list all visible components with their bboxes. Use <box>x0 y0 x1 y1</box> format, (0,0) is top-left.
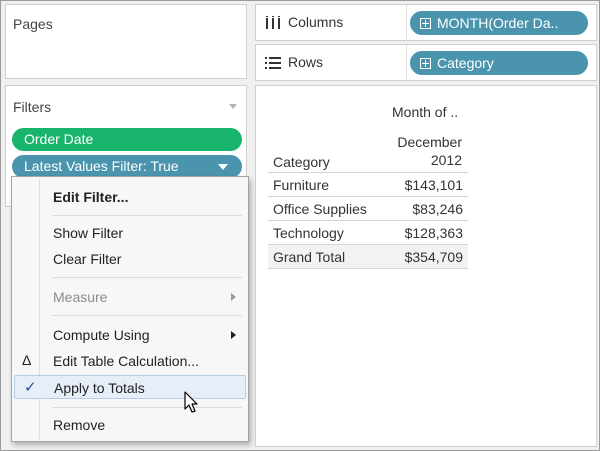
mouse-pointer-icon <box>184 391 198 413</box>
shelf-divider <box>406 5 407 40</box>
menu-item-label: Apply to Totals <box>54 380 145 396</box>
columns-icon <box>266 16 280 29</box>
menu-item-label: Measure <box>53 289 108 305</box>
grand-total-row[interactable]: Grand Total $354,709 <box>268 245 468 269</box>
menu-separator <box>52 315 242 316</box>
row-category: Office Supplies <box>273 201 367 217</box>
rows-shelf-label: Rows <box>288 54 324 70</box>
menu-item-edit-table-calculation[interactable]: Δ Edit Table Calculation... <box>14 349 246 373</box>
menu-item-measure: Measure <box>14 285 246 309</box>
rows-icon <box>265 57 281 69</box>
expand-plus-icon[interactable] <box>420 18 431 29</box>
rows-pill-category[interactable]: Category <box>410 51 588 75</box>
filter-pill-latest-values[interactable]: Latest Values Filter: True <box>12 155 242 178</box>
filter-pill-order-date[interactable]: Order Date <box>12 128 242 151</box>
tableau-workspace: Pages Filters Order Date Latest Values F… <box>0 0 600 451</box>
table-row[interactable]: Office Supplies $83,246 <box>268 197 468 221</box>
row-category: Technology <box>273 225 344 241</box>
pill-dropdown-caret-icon[interactable] <box>218 164 228 170</box>
row-category: Furniture <box>273 177 330 193</box>
columns-shelf: Columns MONTH(Order Da.. <box>255 4 597 41</box>
column-value-year[interactable]: 2012 <box>431 152 462 168</box>
table-row[interactable]: Technology $128,363 <box>268 221 468 245</box>
menu-separator <box>52 277 242 278</box>
menu-item-compute-using[interactable]: Compute Using <box>14 323 246 347</box>
columns-shelf-label: Columns <box>288 14 344 30</box>
menu-item-label: Compute Using <box>53 327 150 343</box>
menu-item-show-filter[interactable]: Show Filter <box>14 221 246 245</box>
rows-pill-label: Category <box>437 55 494 71</box>
expand-plus-icon[interactable] <box>420 58 431 69</box>
filters-panel-title: Filters <box>13 99 52 115</box>
viz-area: Month of .. December 2012 Category Furni… <box>255 85 597 447</box>
submenu-arrow-icon <box>231 293 236 301</box>
row-value: $128,363 <box>404 225 463 241</box>
menu-item-edit-filter[interactable]: Edit Filter... <box>14 185 246 209</box>
menu-item-label: Remove <box>53 417 106 433</box>
submenu-arrow-icon <box>231 331 236 339</box>
checkmark-icon: ✓ <box>24 379 37 396</box>
grand-total-label: Grand Total <box>273 249 346 265</box>
pages-panel-title: Pages <box>13 16 53 32</box>
column-value-month[interactable]: December <box>397 134 462 150</box>
filter-pill-label: Order Date <box>24 131 94 147</box>
menu-item-label: Edit Filter... <box>53 189 129 205</box>
row-value: $83,246 <box>412 201 463 217</box>
menu-icon-gutter <box>39 179 40 439</box>
columns-pill-month-order-date[interactable]: MONTH(Order Da.. <box>410 11 588 35</box>
menu-separator <box>52 215 242 216</box>
rows-shelf: Rows Category <box>255 44 597 81</box>
menu-separator <box>52 407 242 408</box>
column-header-title[interactable]: Month of .. <box>392 104 458 120</box>
pill-context-menu: Edit Filter... Show Filter Clear Filter … <box>11 176 249 442</box>
menu-item-remove[interactable]: Remove <box>14 413 246 437</box>
row-value: $143,101 <box>404 177 463 193</box>
pages-panel: Pages <box>5 4 247 79</box>
menu-item-clear-filter[interactable]: Clear Filter <box>14 247 246 271</box>
shelf-divider <box>406 45 407 80</box>
filter-pill-label: Latest Values Filter: True <box>24 158 179 174</box>
filters-menu-caret-icon[interactable] <box>229 104 237 109</box>
delta-icon: Δ <box>22 352 32 368</box>
menu-item-apply-to-totals[interactable]: ✓ Apply to Totals <box>14 375 246 399</box>
menu-item-label: Show Filter <box>53 225 124 241</box>
table-row[interactable]: Furniture $143,101 <box>268 173 468 197</box>
menu-item-label: Clear Filter <box>53 251 122 267</box>
menu-item-label: Edit Table Calculation... <box>53 353 200 369</box>
row-header-category[interactable]: Category <box>273 154 330 170</box>
columns-pill-label: MONTH(Order Da.. <box>437 15 559 31</box>
grand-total-value: $354,709 <box>404 249 463 265</box>
